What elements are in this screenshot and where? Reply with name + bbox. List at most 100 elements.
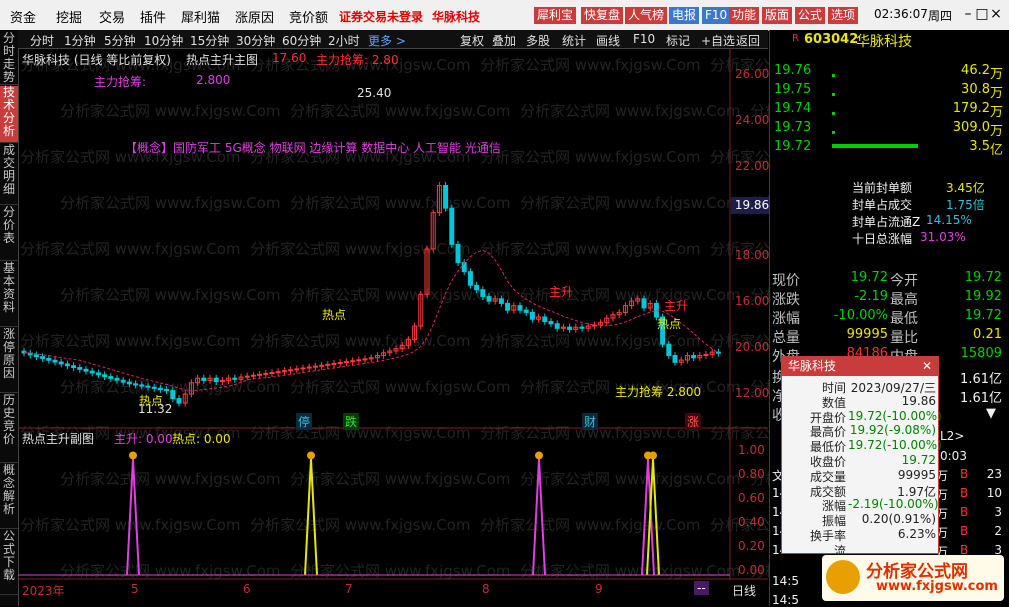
candle-body (312, 365, 318, 368)
trade-flag: B (960, 505, 969, 519)
candle-body (275, 371, 281, 374)
watermark-text: 分析家公式网 www.fxjgsw.Com (20, 240, 241, 258)
tooltip-row-value: -2.19(-10.00%) (848, 497, 939, 512)
event-tag-rise[interactable]: 涨 (685, 413, 702, 430)
candle-body (306, 366, 312, 369)
candle-body (213, 377, 219, 383)
time-fragment: 0:03 (940, 449, 967, 463)
stat-value: -10.00% (833, 308, 888, 323)
candle-body (498, 298, 504, 304)
watermark-text: 分析家公式网 www.fxjgsw.Com (520, 470, 741, 488)
stat-value: 19.92 (964, 289, 1002, 304)
tooltip-row-value: 0.20(0.91%) (861, 512, 936, 527)
time-label: 2023年 (22, 584, 65, 598)
bid-price[interactable]: 19.75 (774, 82, 811, 97)
candle-body (108, 376, 114, 379)
candle-body (319, 364, 325, 367)
sub-value-1: 主升: 0.00 (114, 432, 173, 446)
watermark-text: 分析家公式网 www.fxjgsw.Com (60, 562, 281, 580)
axis-tick: 18.00 (735, 248, 770, 262)
end-marker: -- (694, 581, 709, 595)
indicator-value-1: 17.60 (272, 51, 307, 65)
time-label: 5 (131, 582, 139, 596)
l2-link[interactable]: L2> (940, 429, 964, 443)
indicator-name[interactable]: 热点主升主图 (186, 51, 258, 68)
watermark-text: 分析家公式网 www.fxjgsw.Com (60, 102, 281, 120)
candle-body (666, 343, 672, 357)
watermark-text: 分析家公式网 www.fxjgsw.Com (480, 240, 701, 258)
bid-price[interactable]: 19.76 (774, 63, 811, 78)
time-label: 9 (595, 582, 603, 596)
candle-body (554, 323, 560, 329)
candle-body (176, 398, 182, 404)
bid-price[interactable]: 19.72 (774, 139, 811, 154)
bid-volume-bar (832, 144, 918, 148)
limit-info-label: 当前封单额 (852, 181, 913, 195)
limit-info-value: 31.03% (920, 230, 966, 244)
axis-tick: 16.00 (735, 294, 770, 308)
candle-body (71, 365, 77, 369)
money-bag-icon (649, 451, 657, 460)
watermark-text: 分析家公式网 www.fxjgsw.Com (290, 102, 511, 120)
candle-body (64, 363, 70, 367)
stat-value: 19.72 (964, 308, 1002, 323)
candle-body (294, 368, 300, 371)
candle-body (139, 384, 145, 387)
chart-title: 华脉科技 (日线 等比前复权) (22, 53, 171, 67)
period-label[interactable]: 日线 (732, 582, 756, 599)
candle-body (83, 368, 89, 372)
watermark-text: 分析家公式网 www.fxjgsw.Com (60, 470, 281, 488)
tooltip-row-value: 6.23% (897, 527, 936, 541)
stat-label: 总量 (772, 330, 800, 346)
candle-body (331, 362, 337, 365)
bid-volume: 3.5 (969, 139, 990, 154)
tooltip-titlebar[interactable]: 华脉科技 ✕ (782, 357, 938, 376)
tooltip-title: 华脉科技 (788, 359, 837, 373)
candle-body (170, 390, 176, 400)
bid-price[interactable]: 19.74 (774, 101, 811, 116)
bid-price[interactable]: 19.73 (774, 120, 811, 135)
candle-body (281, 370, 287, 373)
watermark-text: 分析家公式网 www.fxjgsw.Com (520, 102, 741, 120)
watermark-text: 分析家公式网 www.fxjgsw.Com (520, 194, 741, 212)
brand-logo-icon (826, 560, 860, 594)
event-tag-drop[interactable]: 跌 (343, 413, 360, 430)
sub-axis-tick: 0.60 (738, 491, 765, 505)
stock-name: 华脉科技 (856, 34, 912, 50)
watermark-text: 分析家公式网 www.fxjgsw.Com (60, 194, 281, 212)
stat-label: 最高 (890, 292, 918, 308)
sub-indicator-name[interactable]: 热点主升副图 (22, 430, 94, 447)
candle-body (461, 262, 467, 273)
bid-unit: 万 (990, 105, 1004, 120)
candle-body (449, 207, 455, 245)
data-tooltip-window[interactable]: 华脉科技 ✕ 时间 2023/09/27/三 数值 19.86 开盘价 19.72(-10… (781, 356, 942, 558)
watermark-text: 分析家公式网 www.fxjgsw.Com (20, 332, 241, 350)
candle-body (529, 311, 535, 320)
candle-body (567, 326, 573, 330)
candle-body (120, 379, 126, 383)
candle-body (288, 369, 294, 372)
candle-body (102, 374, 108, 378)
watermark-text: 分析家公式网 www.fxjgsw.Com (250, 332, 471, 350)
bid-volume: 30.8 (961, 82, 990, 97)
candle-body (350, 360, 356, 363)
tooltip-row-value: 19.92(-9.08%) (849, 423, 936, 438)
current-price-marker: 19.86 (731, 197, 773, 214)
close-icon[interactable]: ✕ (922, 357, 932, 376)
zlqc-value: 2.800 (196, 73, 231, 87)
axis-tick: 20.00 (735, 340, 770, 354)
candle-body (542, 316, 548, 323)
stat-label: 涨跌 (772, 292, 800, 308)
candle-body (474, 284, 480, 291)
event-tag-halt[interactable]: 停 (296, 413, 313, 430)
limit-info-value: 14.15% (926, 213, 972, 227)
stat-label: 最低 (890, 311, 918, 327)
stock-code: 603042 (804, 32, 859, 47)
collapse-icon[interactable]: ▼ (986, 406, 996, 421)
watermark-text: 分析家公式网 www.fxjgsw.Com (480, 148, 701, 166)
candle-body (114, 377, 120, 381)
event-tag-finance[interactable]: 财 (582, 413, 599, 430)
tooltip-row-value: 99995 (897, 467, 936, 482)
hot-label-1: 热点 (139, 394, 164, 408)
tooltip-row-value: 19.86 (901, 393, 936, 408)
